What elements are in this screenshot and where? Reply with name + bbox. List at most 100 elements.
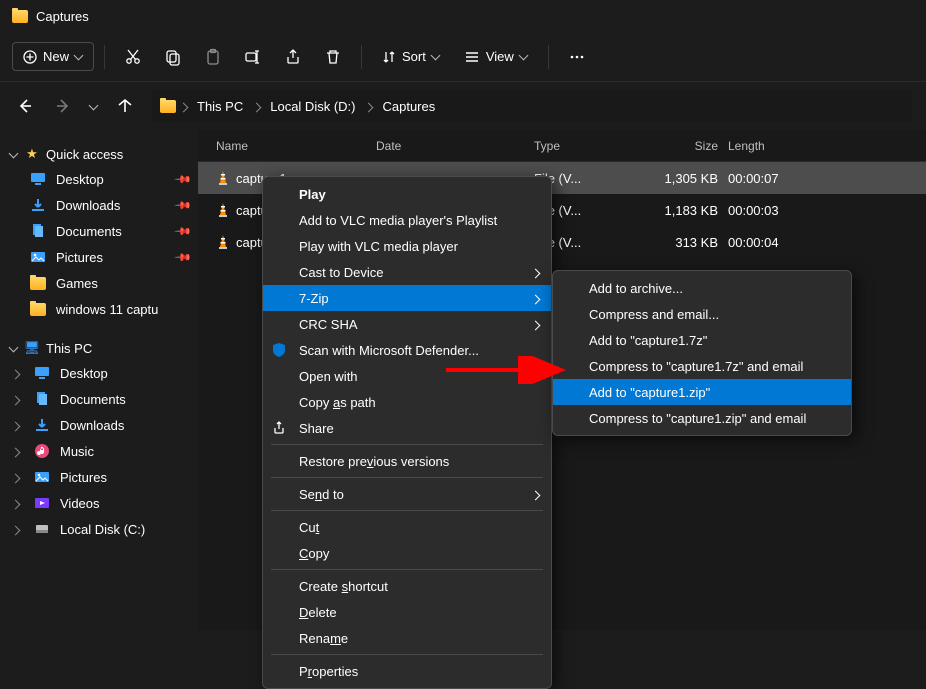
menu-item-share[interactable]: Share — [263, 415, 551, 441]
new-button[interactable]: New — [12, 42, 94, 71]
recent-locations-button[interactable] — [90, 104, 98, 109]
breadcrumb-item[interactable]: Captures — [376, 97, 441, 116]
menu-item-copy[interactable]: Copy — [263, 540, 551, 566]
title-bar: Captures — [0, 0, 926, 32]
file-type: File (V... — [534, 171, 654, 186]
sidebar-item-downloads[interactable]: Downloads📌 — [0, 192, 198, 218]
menu-item-compress-to-capture1-zip-and-email[interactable]: Compress to "capture1.zip" and email — [553, 405, 851, 431]
menu-item-rename[interactable]: Rename — [263, 625, 551, 651]
sidebar-item-pictures[interactable]: Pictures — [0, 464, 198, 490]
pin-icon: 📌 — [174, 248, 193, 267]
menu-item-label: Add to archive... — [589, 281, 683, 296]
breadcrumb-item[interactable]: Local Disk (D:) — [264, 97, 361, 116]
toolbar: New Sort View — [0, 32, 926, 82]
breadcrumb[interactable]: This PC Local Disk (D:) Captures — [152, 90, 912, 122]
menu-item-add-to-archive[interactable]: Add to archive... — [553, 275, 851, 301]
sidebar-item-label: Local Disk (C:) — [60, 522, 145, 537]
chevron-down-icon — [75, 54, 83, 59]
sidebar-item-label: Pictures — [56, 250, 103, 265]
pictures-icon — [30, 249, 46, 265]
menu-item-label: Share — [299, 421, 334, 436]
menu-item-restore-previous-versions[interactable]: Restore previous versions — [263, 448, 551, 474]
menu-item-properties[interactable]: Properties — [263, 658, 551, 684]
menu-item-copy-as-path[interactable]: Copy as path — [263, 389, 551, 415]
menu-item-add-to-capture1-zip[interactable]: Add to "capture1.zip" — [553, 379, 851, 405]
menu-item-label: Cast to Device — [299, 265, 384, 280]
sidebar-item-label: Videos — [60, 496, 100, 511]
rename-button[interactable] — [235, 39, 271, 75]
sidebar-item-documents[interactable]: Documents📌 — [0, 218, 198, 244]
chevron-right-icon — [253, 99, 260, 114]
column-header-length[interactable]: Length — [728, 139, 808, 153]
view-label: View — [486, 49, 514, 64]
sidebar-item-desktop[interactable]: Desktop — [0, 360, 198, 386]
menu-item-add-to-vlc-media-player-s-playlist[interactable]: Add to VLC media player's Playlist — [263, 207, 551, 233]
folder-icon — [160, 100, 176, 113]
menu-item-compress-and-email[interactable]: Compress and email... — [553, 301, 851, 327]
nav-forward-button[interactable] — [52, 95, 74, 117]
sidebar-item-pictures[interactable]: Pictures 📌 — [0, 244, 198, 270]
nav-up-button[interactable] — [114, 95, 136, 117]
menu-item-label: Rename — [299, 631, 348, 646]
column-header-date[interactable]: Date — [376, 139, 534, 153]
menu-item-play-with-vlc-media-player[interactable]: Play with VLC media player — [263, 233, 551, 259]
more-button[interactable] — [559, 39, 595, 75]
delete-button[interactable] — [315, 39, 351, 75]
sidebar-group-quick-access[interactable]: ★ Quick access — [0, 142, 198, 166]
paste-button[interactable] — [195, 39, 231, 75]
menu-item-play[interactable]: Play — [263, 181, 551, 207]
menu-item-scan-with-microsoft-defender[interactable]: Scan with Microsoft Defender... — [263, 337, 551, 363]
share-icon — [271, 420, 287, 436]
menu-item-open-with[interactable]: Open with — [263, 363, 551, 389]
sidebar-item-downloads[interactable]: Downloads — [0, 412, 198, 438]
menu-item-create-shortcut[interactable]: Create shortcut — [263, 573, 551, 599]
sidebar-item-label: Games — [56, 276, 98, 291]
menu-item-7-zip[interactable]: 7-Zip — [263, 285, 551, 311]
menu-item-label: Add to "capture1.7z" — [589, 333, 707, 348]
nav-back-button[interactable] — [14, 95, 36, 117]
folder-icon — [30, 301, 46, 317]
context-menu: Play Add to VLC media player's Playlist Pl… — [262, 176, 552, 689]
sidebar-item-videos[interactable]: Videos — [0, 490, 198, 516]
column-headers: Name Date Type Size Length — [198, 130, 926, 162]
menu-item-delete[interactable]: Delete — [263, 599, 551, 625]
column-header-type[interactable]: Type — [534, 139, 654, 153]
sort-button[interactable]: Sort — [372, 43, 450, 70]
sidebar-item-music[interactable]: Music — [0, 438, 198, 464]
menu-item-label: Add to VLC media player's Playlist — [299, 213, 497, 228]
view-button[interactable]: View — [454, 43, 538, 70]
cut-button[interactable] — [115, 39, 151, 75]
sort-icon — [382, 50, 396, 64]
sidebar-item-documents[interactable]: Documents — [0, 386, 198, 412]
menu-item-compress-to-capture1-7z-and-email[interactable]: Compress to "capture1.7z" and email — [553, 353, 851, 379]
breadcrumb-item[interactable]: This PC — [191, 97, 249, 116]
downloads-icon — [30, 197, 46, 213]
arrow-left-icon — [17, 98, 33, 114]
copy-button[interactable] — [155, 39, 191, 75]
sidebar-item-desktop[interactable]: Desktop📌 — [0, 166, 198, 192]
sidebar-item-windows-11-captu[interactable]: windows 11 captu — [0, 296, 198, 322]
menu-item-cast-to-device[interactable]: Cast to Device — [263, 259, 551, 285]
scissors-icon — [124, 48, 142, 66]
separator — [104, 45, 105, 69]
arrow-up-icon — [117, 98, 133, 114]
menu-item-label: Play — [299, 187, 326, 202]
share-button[interactable] — [275, 39, 311, 75]
menu-item-send-to[interactable]: Send to — [263, 481, 551, 507]
vlc-icon — [216, 202, 230, 218]
sidebar-item-local-disk-c-[interactable]: Local Disk (C:) — [0, 516, 198, 542]
rename-icon — [244, 48, 262, 66]
menu-item-add-to-capture1-7z[interactable]: Add to "capture1.7z" — [553, 327, 851, 353]
column-header-name[interactable]: Name — [216, 139, 376, 153]
column-header-size[interactable]: Size — [654, 139, 728, 153]
menu-separator — [271, 477, 543, 478]
menu-item-label: Cut — [299, 520, 319, 535]
sidebar-item-games[interactable]: Games — [0, 270, 198, 296]
menu-item-crc-sha[interactable]: CRC SHA — [263, 311, 551, 337]
separator — [361, 45, 362, 69]
sidebar-group-this-pc[interactable]: 🖥 This PC — [0, 336, 198, 360]
shield-icon — [271, 342, 287, 358]
folder-icon — [12, 10, 28, 23]
folder-icon — [30, 275, 46, 291]
menu-item-cut[interactable]: Cut — [263, 514, 551, 540]
